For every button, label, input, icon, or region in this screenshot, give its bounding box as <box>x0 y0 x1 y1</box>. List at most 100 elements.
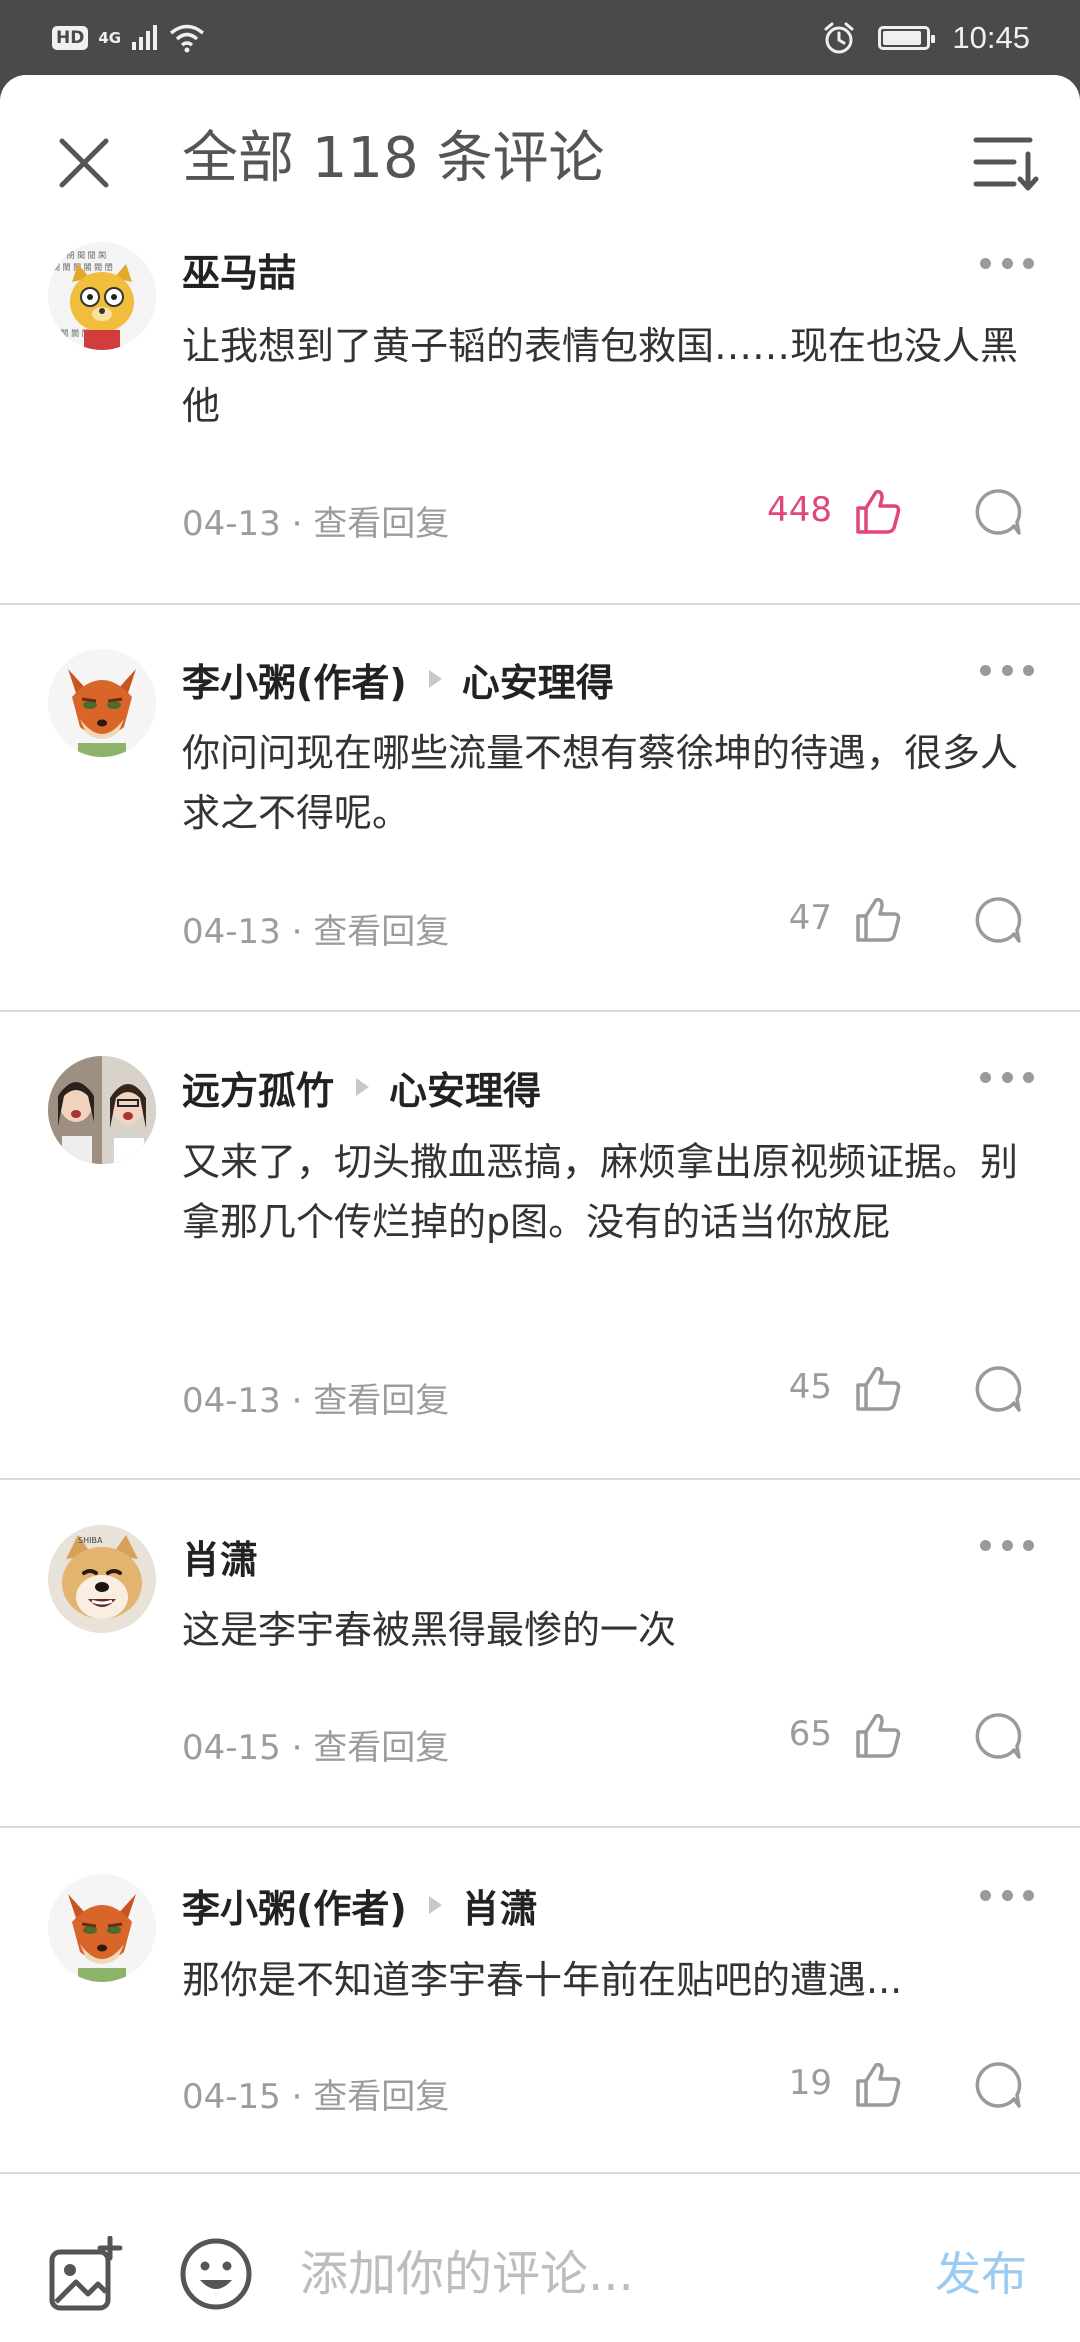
view-replies-link[interactable]: 查看回复 <box>313 1381 449 1421</box>
username[interactable]: 李小粥(作者) <box>182 652 407 707</box>
thumbs-up-icon <box>852 1713 904 1766</box>
like-count: 19 <box>788 2063 832 2103</box>
comment-date: 04-13 <box>182 912 281 952</box>
comment-header: 巫马喆 <box>182 239 296 299</box>
separator: · <box>280 1728 314 1768</box>
comment-meta: 04-13 · 查看回复 <box>182 1373 449 1422</box>
reply-button[interactable] <box>972 2059 1024 2111</box>
comment-divider <box>0 1826 1080 1828</box>
comment-bubble-icon <box>972 1366 1024 1419</box>
status-right: 10:45 <box>822 14 1030 62</box>
comment-text: 这是李宇春被黑得最惨的一次 <box>182 1608 677 1652</box>
username[interactable]: 巫马喆 <box>182 242 296 297</box>
more-options-button[interactable] <box>980 1883 1034 1907</box>
comment-input[interactable] <box>300 2242 900 2306</box>
avatar[interactable] <box>48 649 156 757</box>
view-replies-link[interactable]: 查看回复 <box>313 2077 449 2117</box>
comment-text: 那你是不知道李宇春十年前在贴吧的遭遇... <box>182 1958 903 2002</box>
reply-button[interactable] <box>972 1363 1024 1415</box>
comment-date: 04-15 <box>182 1728 281 1768</box>
reply-button[interactable] <box>972 894 1024 946</box>
comment-bubble-icon <box>972 489 1024 542</box>
add-image-button[interactable] <box>48 2235 124 2312</box>
comment-bubble-icon <box>972 2062 1024 2115</box>
dot <box>980 1539 991 1551</box>
dot <box>1001 1071 1013 1083</box>
like-button[interactable] <box>852 486 904 538</box>
dot <box>1001 1539 1013 1551</box>
sort-icon <box>973 137 1039 191</box>
separator: · <box>280 1381 314 1421</box>
like-count: 448 <box>767 490 832 530</box>
comment-date: 04-13 <box>182 504 281 544</box>
more-options-button[interactable] <box>980 251 1034 275</box>
reply-button[interactable] <box>972 486 1024 538</box>
avatar[interactable]: 冒 閉 閏 閒 閑間 閘 閡 閣 閥 閨閩 閫 閬 閭 閱 閶 <box>48 242 156 350</box>
view-replies-link[interactable]: 查看回复 <box>313 912 449 952</box>
like-button[interactable] <box>852 1363 904 1415</box>
page-title: 全部 118 条评论 <box>182 126 605 191</box>
like-button[interactable] <box>852 894 904 946</box>
signal-icon <box>132 25 158 50</box>
username[interactable]: 李小粥(作者) <box>182 1878 407 1933</box>
comment-text: 又来了，切头撒血恶搞，麻烦拿出原视频证据。别拿那几个传烂掉的p图。没有的话当你放… <box>182 1140 1019 1244</box>
dot <box>1001 257 1013 269</box>
more-options-button[interactable] <box>980 658 1034 682</box>
comment-text: 你问问现在哪些流量不想有蔡徐坤的待遇，很多人求之不得呢。 <box>182 731 1019 835</box>
like-button[interactable] <box>852 1710 904 1762</box>
dot <box>980 257 991 269</box>
sheet-header: 全部 118 条评论 <box>0 75 1080 225</box>
dot <box>980 1889 991 1901</box>
emoji-button[interactable] <box>178 2236 254 2312</box>
dot <box>980 664 991 676</box>
close-button[interactable] <box>54 133 114 193</box>
reply-to-username[interactable]: 心安理得 <box>389 1060 541 1115</box>
comment-header: 肖潇 <box>182 1526 258 1586</box>
reply-to-username[interactable]: 肖潇 <box>462 1878 538 1933</box>
username[interactable]: 远方孤竹 <box>182 1060 334 1115</box>
like-button[interactable] <box>852 2059 904 2111</box>
thumbs-up-icon <box>852 1366 904 1419</box>
username[interactable]: 肖潇 <box>182 1529 258 1584</box>
add-image-icon <box>49 2235 123 2311</box>
more-options-button[interactable] <box>980 1533 1034 1557</box>
comment-bubble-icon <box>972 897 1024 950</box>
reply-arrow-icon <box>428 670 442 688</box>
comment-divider <box>0 1010 1080 1012</box>
emoji-icon <box>180 2238 252 2310</box>
comment-date: 04-15 <box>182 2077 281 2117</box>
network-type: 4G <box>98 29 122 47</box>
reply-button[interactable] <box>972 1710 1024 1762</box>
avatar[interactable] <box>48 1056 156 1164</box>
view-replies-link[interactable]: 查看回复 <box>313 1728 449 1768</box>
avatar[interactable]: SHIBA <box>48 1525 156 1633</box>
thumbs-up-icon <box>852 489 904 542</box>
status-left: HD 4G <box>52 18 205 58</box>
separator: · <box>280 912 314 952</box>
comments-sheet: 全部 118 条评论 冒 閉 閏 閒 閑間 閘 閡 閣 閥 閨閩 閫 閬 閭 閱… <box>0 75 1080 2340</box>
close-icon <box>59 138 109 188</box>
status-bar: HD 4G 10:45 <box>0 0 1080 75</box>
dot <box>1023 664 1034 676</box>
avatar[interactable] <box>48 1874 156 1982</box>
comment-meta: 04-15 · 查看回复 <box>182 1720 449 1769</box>
reply-to-username[interactable]: 心安理得 <box>462 652 614 707</box>
comment-meta: 04-13 · 查看回复 <box>182 904 449 953</box>
comment-meta: 04-13 · 查看回复 <box>182 496 449 545</box>
dot <box>1023 257 1034 269</box>
sort-button[interactable] <box>972 130 1042 196</box>
more-options-button[interactable] <box>980 1065 1034 1089</box>
thumbs-up-icon <box>852 897 904 950</box>
comment-header: 李小粥(作者) 心安理得 <box>182 649 614 709</box>
clock: 10:45 <box>952 20 1030 55</box>
reply-arrow-icon <box>428 1896 442 1914</box>
comment-date: 04-13 <box>182 1381 281 1421</box>
wifi-icon <box>169 24 205 53</box>
comment-text: 让我想到了黄子韬的表情包救国……现在也没人黑他 <box>182 324 1019 428</box>
dot <box>1001 664 1013 676</box>
battery-level <box>883 31 922 45</box>
comment-header: 远方孤竹 心安理得 <box>182 1057 541 1117</box>
publish-button[interactable]: 发布 <box>935 2242 1027 2306</box>
comment-meta: 04-15 · 查看回复 <box>182 2069 449 2118</box>
view-replies-link[interactable]: 查看回复 <box>313 504 449 544</box>
